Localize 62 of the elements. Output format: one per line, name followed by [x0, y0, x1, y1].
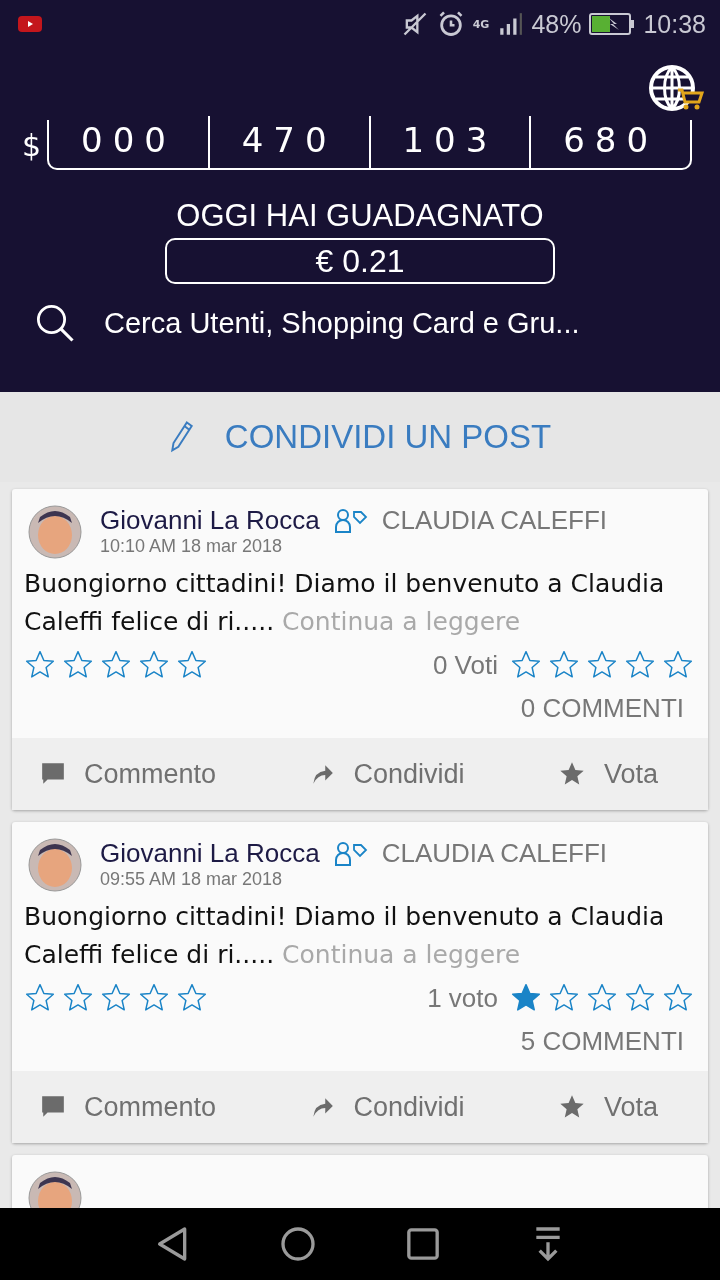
group-name[interactable]: CLAUDIA CALEFFI [381, 838, 608, 869]
pencil-icon [168, 420, 195, 454]
network-type: 4G [472, 17, 490, 31]
star-icon[interactable] [176, 982, 208, 1014]
star-icon[interactable] [100, 982, 132, 1014]
post-action-button[interactable]: Vota [557, 758, 658, 790]
counter-digits: 103 [368, 116, 530, 168]
star-icon[interactable] [662, 982, 694, 1014]
post-text: Buongiorno cittadini! Diamo il benvenuto a Claudia Caleffi felice di ri..... Continua a leggere [23, 901, 666, 971]
group-name[interactable]: CLAUDIA CALEFFI [381, 505, 608, 536]
read-more-link[interactable]: Continua a leggere [282, 940, 521, 969]
search-field[interactable]: Cerca Utenti, Shopping Card e Gru... [104, 306, 580, 340]
star-icon[interactable] [586, 982, 618, 1014]
avatar[interactable] [28, 505, 82, 559]
star-icon[interactable] [510, 982, 542, 1014]
battery-percent: 48% [531, 9, 582, 39]
post-text: Buongiorno cittadini! Diamo il benvenuto a Claudia Caleffi felice di ri..... Continua a leggere [23, 568, 666, 638]
post-action-button[interactable]: Condividi [309, 758, 465, 790]
user-tag-icon [333, 507, 368, 534]
post-action-button[interactable]: Condividi [309, 1091, 465, 1123]
star-icon[interactable] [24, 982, 56, 1014]
star-icon[interactable] [548, 982, 580, 1014]
vote-count: 1 voto [427, 982, 498, 1014]
author-name[interactable]: Giovanni La Rocca [100, 838, 320, 869]
star-icon[interactable] [138, 982, 170, 1014]
share-post-label: CONDIVIDI UN POST [224, 418, 552, 456]
post-action-button[interactable]: Commento [40, 1091, 217, 1123]
star-icon[interactable] [24, 649, 56, 681]
globe-cart-icon[interactable] [648, 64, 706, 114]
star-icon[interactable] [100, 649, 132, 681]
star-icon[interactable] [62, 649, 94, 681]
currency-symbol: $ [22, 127, 42, 163]
earnings-label: OGGI HAI GUADAGNATO [176, 198, 544, 234]
post-time: 09:55 AM 18 mar 2018 [100, 869, 284, 890]
comment-count[interactable]: 0 COMMENTI [520, 681, 708, 738]
star-icon[interactable] [586, 649, 618, 681]
battery-charging-icon [589, 12, 636, 36]
star-icon[interactable] [624, 649, 656, 681]
read-more-link[interactable]: Continua a leggere [282, 607, 521, 636]
star-icon[interactable] [548, 649, 580, 681]
video-app-icon [18, 16, 42, 32]
author-name[interactable]: Giovanni La Rocca [100, 505, 320, 536]
comment-count[interactable]: 5 COMMENTI [520, 1014, 708, 1071]
earnings-value: € 0.21 [165, 238, 555, 284]
clock: 10:38 [643, 9, 706, 39]
star-icon[interactable] [662, 649, 694, 681]
star-icon[interactable] [62, 982, 94, 1014]
post-time: 10:10 AM 18 mar 2018 [100, 536, 284, 557]
signal-icon [497, 11, 524, 37]
vote-count: 0 Voti [432, 649, 498, 681]
post-action-button[interactable]: Commento [40, 758, 217, 790]
counter-digits: 000 [80, 119, 177, 162]
counter-digits: 680 [529, 116, 691, 168]
user-tag-icon [333, 840, 368, 867]
avatar[interactable] [28, 838, 82, 892]
star-icon[interactable] [138, 649, 170, 681]
star-icon[interactable] [510, 649, 542, 681]
post-action-button[interactable]: Vota [557, 1091, 658, 1123]
star-icon[interactable] [176, 649, 208, 681]
search-icon[interactable] [34, 302, 76, 344]
counter-digits: 470 [207, 116, 369, 168]
star-icon[interactable] [624, 982, 656, 1014]
